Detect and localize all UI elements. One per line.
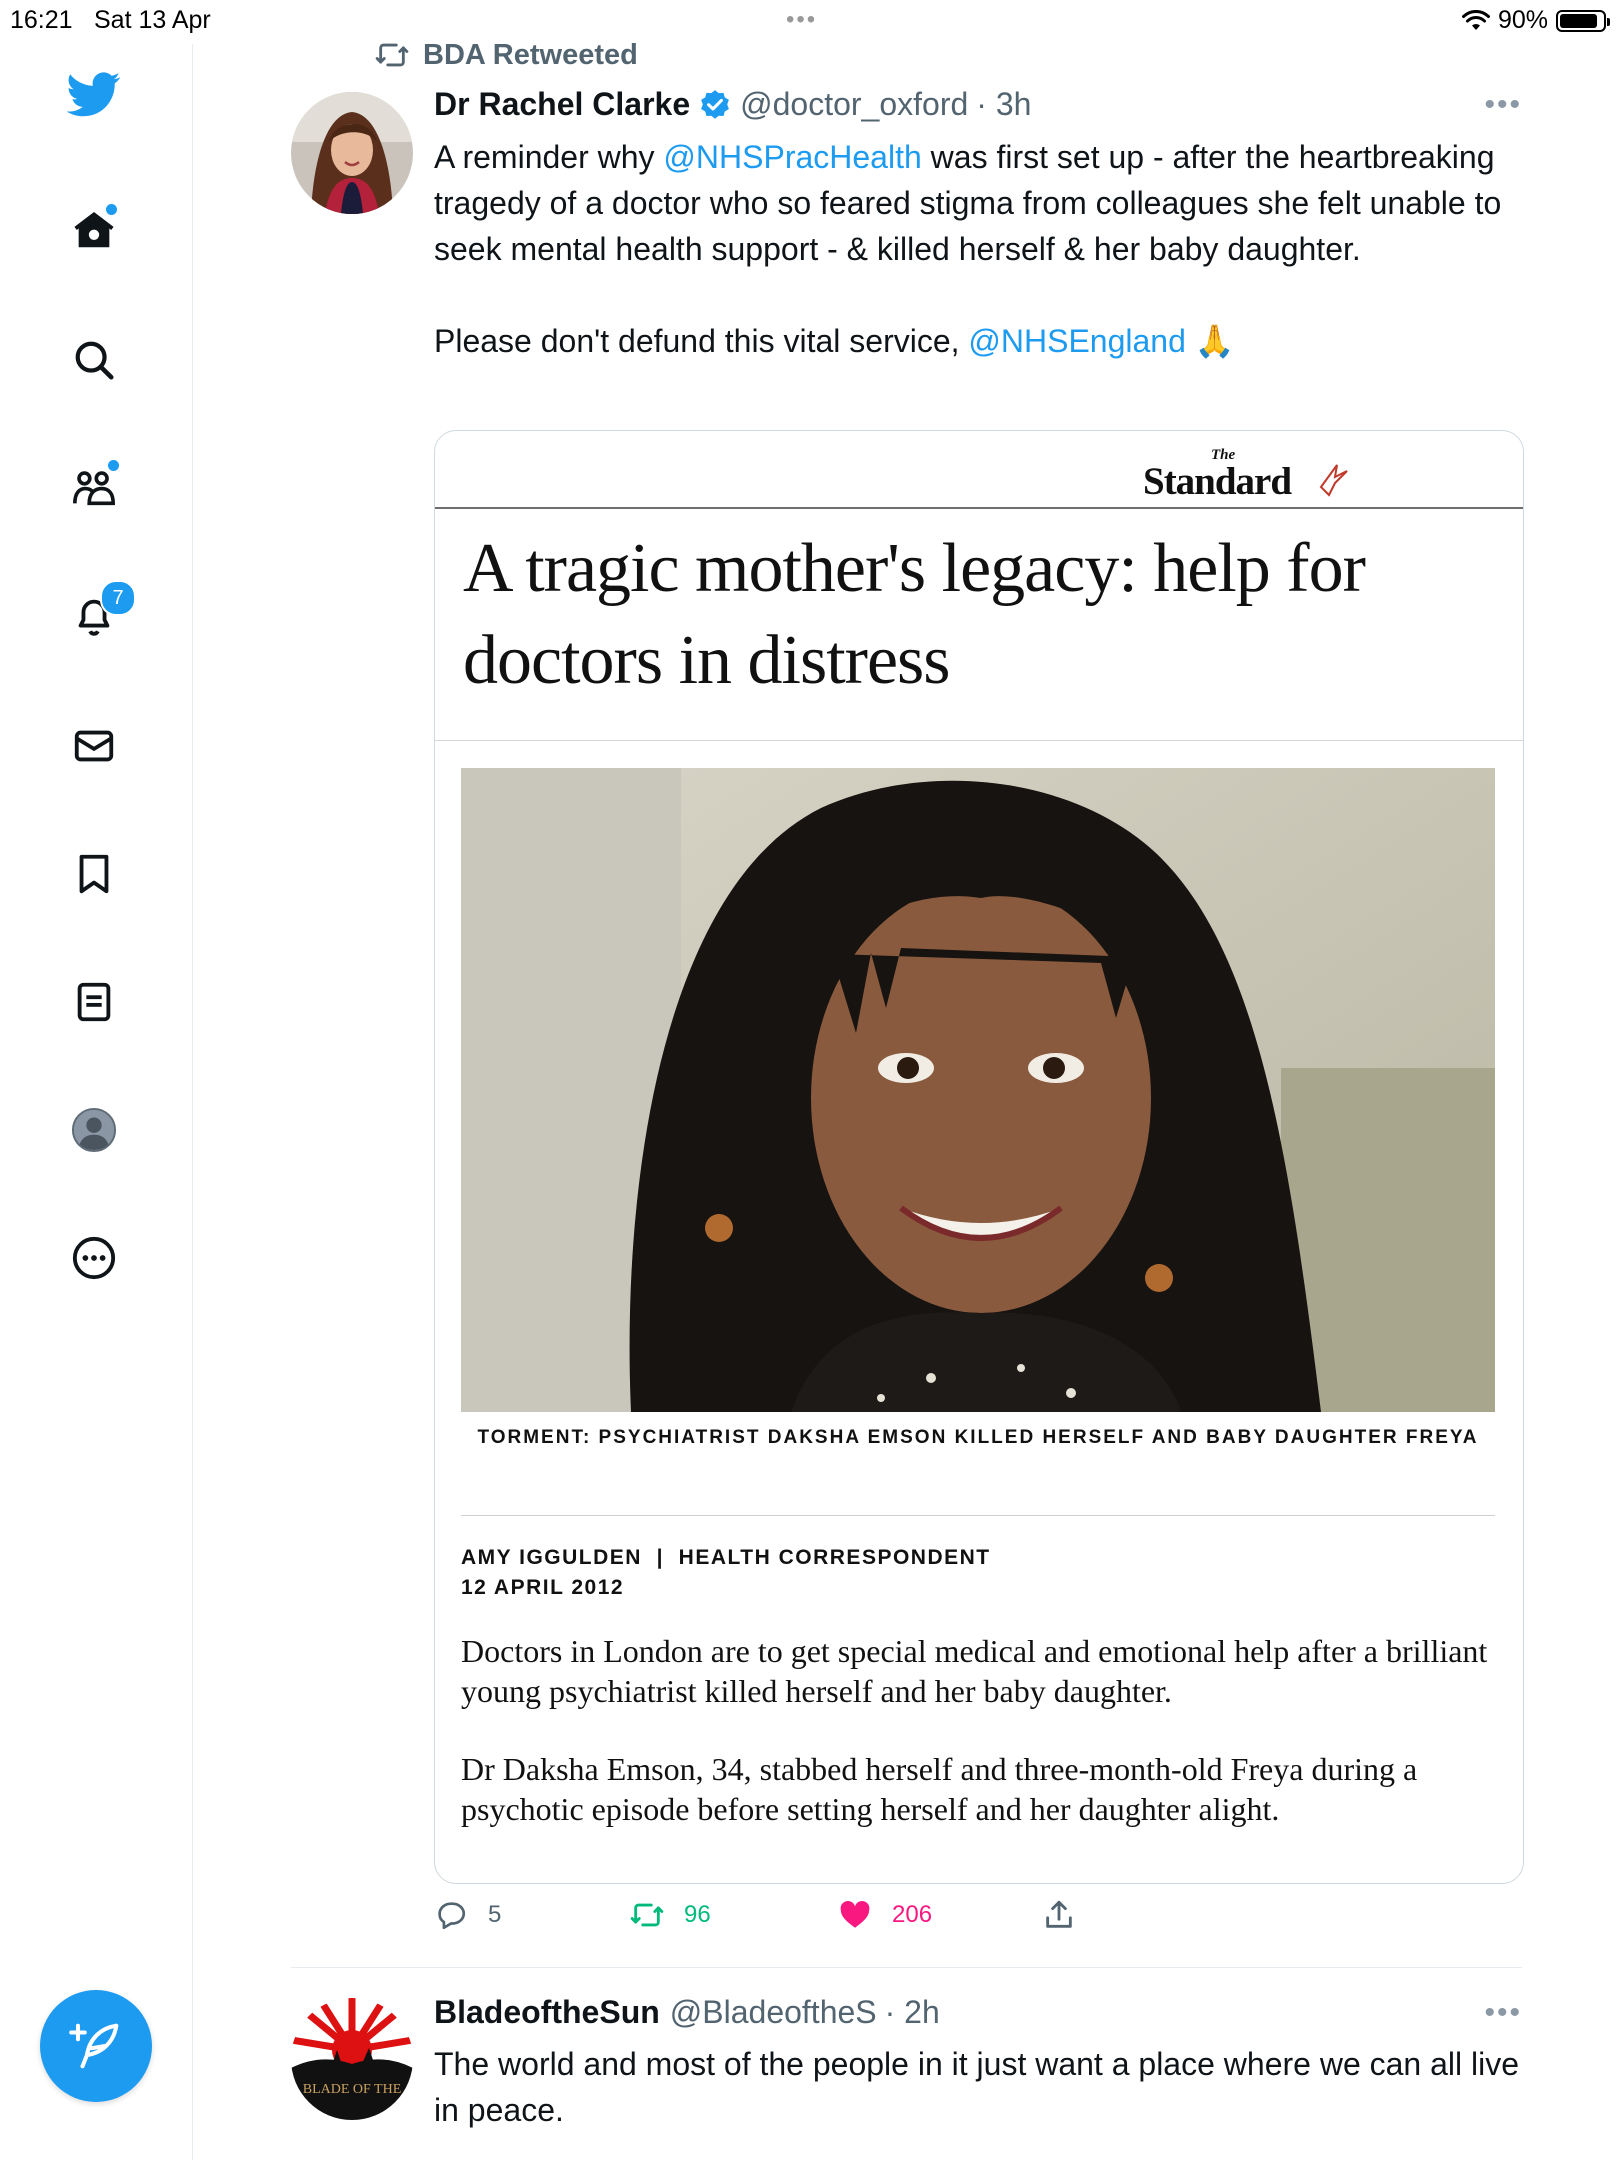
article-photo bbox=[461, 768, 1495, 1412]
compose-tweet-button[interactable] bbox=[40, 1990, 152, 2102]
author-handle[interactable]: @doctor_oxford bbox=[740, 86, 968, 123]
like-button[interactable]: 206 bbox=[838, 1898, 932, 1932]
tweet-2-text: The world and most of the people in it j… bbox=[434, 2046, 1520, 2128]
mention-link-nhsengland[interactable]: @NHSEngland bbox=[968, 323, 1185, 359]
tweet-divider bbox=[291, 1967, 1522, 1968]
tweet-text-segment: Please don't defund this vital service, bbox=[434, 323, 969, 359]
article-paragraph-1: Doctors in London are to get special med… bbox=[461, 1633, 1488, 1709]
author-avatar[interactable] bbox=[291, 92, 413, 214]
search-icon bbox=[75, 341, 114, 380]
sidebar-item-messages[interactable] bbox=[66, 718, 122, 774]
twitter-logo-icon[interactable] bbox=[66, 66, 122, 122]
byline-author: AMY IGGULDEN | HEALTH CORRESPONDENT bbox=[461, 1546, 991, 1569]
sidebar-item-bookmarks[interactable] bbox=[66, 846, 122, 902]
tweet-header: Dr Rachel Clarke @doctor_oxford · 3h bbox=[434, 86, 1031, 123]
sidebar-item-more[interactable] bbox=[66, 1230, 122, 1286]
tweet-2-more-options-icon[interactable]: ••• bbox=[1484, 1996, 1522, 2030]
status-bar: 16:21 Sat 13 Apr ••• 90% bbox=[0, 0, 1620, 44]
article-byline: AMY IGGULDEN | HEALTH CORRESPONDENT 12 A… bbox=[461, 1543, 991, 1603]
more-circle-icon bbox=[72, 1236, 116, 1280]
author-name[interactable]: Dr Rachel Clarke bbox=[434, 86, 690, 123]
mention-link-nhspracthealth[interactable]: @NHSPracHealth bbox=[663, 139, 921, 175]
home-notification-dot bbox=[106, 204, 117, 215]
author-avatar-2[interactable]: BLADE OF THE bbox=[291, 1998, 413, 2120]
tweet-more-options-icon[interactable]: ••• bbox=[1484, 88, 1522, 122]
bookmark-icon bbox=[79, 854, 109, 894]
masthead-rule bbox=[435, 507, 1523, 509]
standard-logo-text: Standard bbox=[1143, 460, 1292, 503]
verified-badge-icon bbox=[701, 89, 730, 119]
avatar-2-text: BLADE OF THE bbox=[303, 2082, 402, 2097]
retweet-icon bbox=[630, 1903, 664, 1927]
retweeted-by-label: BDA Retweeted bbox=[423, 38, 638, 71]
share-button[interactable] bbox=[1042, 1898, 1076, 1932]
status-date: Sat 13 Apr bbox=[94, 6, 211, 34]
reply-button[interactable]: 5 bbox=[434, 1898, 501, 1932]
sidebar-item-profile[interactable] bbox=[66, 1102, 122, 1158]
communities-notification-dot bbox=[108, 460, 119, 471]
sidebar-nav: 7 bbox=[0, 44, 193, 2160]
sidebar-item-explore[interactable] bbox=[66, 332, 122, 388]
profile-avatar-icon bbox=[71, 1107, 117, 1153]
byline-date: 12 APRIL 2012 bbox=[461, 1576, 625, 1599]
share-icon bbox=[1046, 1900, 1072, 1928]
tweet-text: A reminder why @NHSPracHealth was first … bbox=[434, 134, 1544, 364]
wifi-icon bbox=[1461, 9, 1490, 30]
notifications-count-badge: 7 bbox=[100, 580, 136, 616]
standard-logo: The Standard bbox=[1143, 443, 1353, 507]
retweet-button[interactable]: 96 bbox=[630, 1898, 711, 1932]
author-name-2[interactable]: BladeoftheSun bbox=[434, 1994, 660, 2031]
reply-icon bbox=[438, 1902, 466, 1930]
sidebar-item-communities[interactable] bbox=[66, 460, 122, 516]
article-headline: A tragic mother's legacy: help for docto… bbox=[463, 530, 1366, 699]
tweet-2-header: BladeoftheSun @BladeoftheS · 2h bbox=[434, 1994, 940, 2031]
author-handle-2[interactable]: @BladeoftheS bbox=[670, 1994, 877, 2031]
sidebar-item-lists[interactable] bbox=[66, 974, 122, 1030]
tweet-paragraph-2: Please don't defund this vital service, … bbox=[434, 318, 1544, 364]
article-paragraph-2: Dr Daksha Emson, 34, stabbed herself and… bbox=[461, 1751, 1418, 1827]
battery-icon bbox=[1556, 9, 1610, 32]
envelope-icon bbox=[74, 730, 114, 762]
battery-level bbox=[1560, 13, 1598, 28]
battery-percent: 90% bbox=[1497, 6, 1548, 34]
retweet-count: 96 bbox=[684, 1901, 711, 1928]
tweet-text-segment: A reminder why bbox=[434, 139, 664, 175]
article-body: Doctors in London are to get special med… bbox=[461, 1631, 1501, 1867]
like-count: 206 bbox=[892, 1901, 933, 1928]
tweet-time[interactable]: · 3h bbox=[976, 86, 1031, 123]
multitasking-dots-icon[interactable]: ••• bbox=[786, 6, 817, 34]
heart-filled-icon bbox=[840, 1900, 870, 1928]
sidebar-item-notifications[interactable]: 7 bbox=[66, 580, 136, 644]
tweet-2-time[interactable]: · 2h bbox=[885, 1994, 940, 2031]
retweeted-by-line[interactable]: BDA Retweeted bbox=[375, 38, 638, 72]
caption-rule bbox=[461, 1515, 1495, 1516]
people-icon bbox=[73, 471, 115, 506]
retweet-icon bbox=[375, 43, 409, 67]
sidebar-item-home[interactable] bbox=[66, 202, 122, 258]
tweet-paragraph-1: A reminder why @NHSPracHealth was first … bbox=[434, 134, 1544, 272]
headline-rule bbox=[435, 740, 1523, 741]
reply-count: 5 bbox=[488, 1901, 502, 1928]
list-icon bbox=[77, 982, 111, 1022]
folded-hands-emoji: 🙏 bbox=[1194, 323, 1235, 359]
photo-caption: TORMENT: PSYCHIATRIST DAKSHA EMSON KILLE… bbox=[477, 1427, 1479, 1448]
tweet-actions: 5 96 206 bbox=[434, 1898, 1134, 1938]
feather-plus-icon bbox=[69, 2023, 119, 2069]
status-right: 90% bbox=[1461, 6, 1610, 35]
article-card[interactable]: The Standard A tragic mother's legacy: h… bbox=[434, 430, 1524, 1884]
standard-logo-bird-icon bbox=[1319, 464, 1348, 497]
status-time: 16:21 bbox=[10, 6, 73, 34]
